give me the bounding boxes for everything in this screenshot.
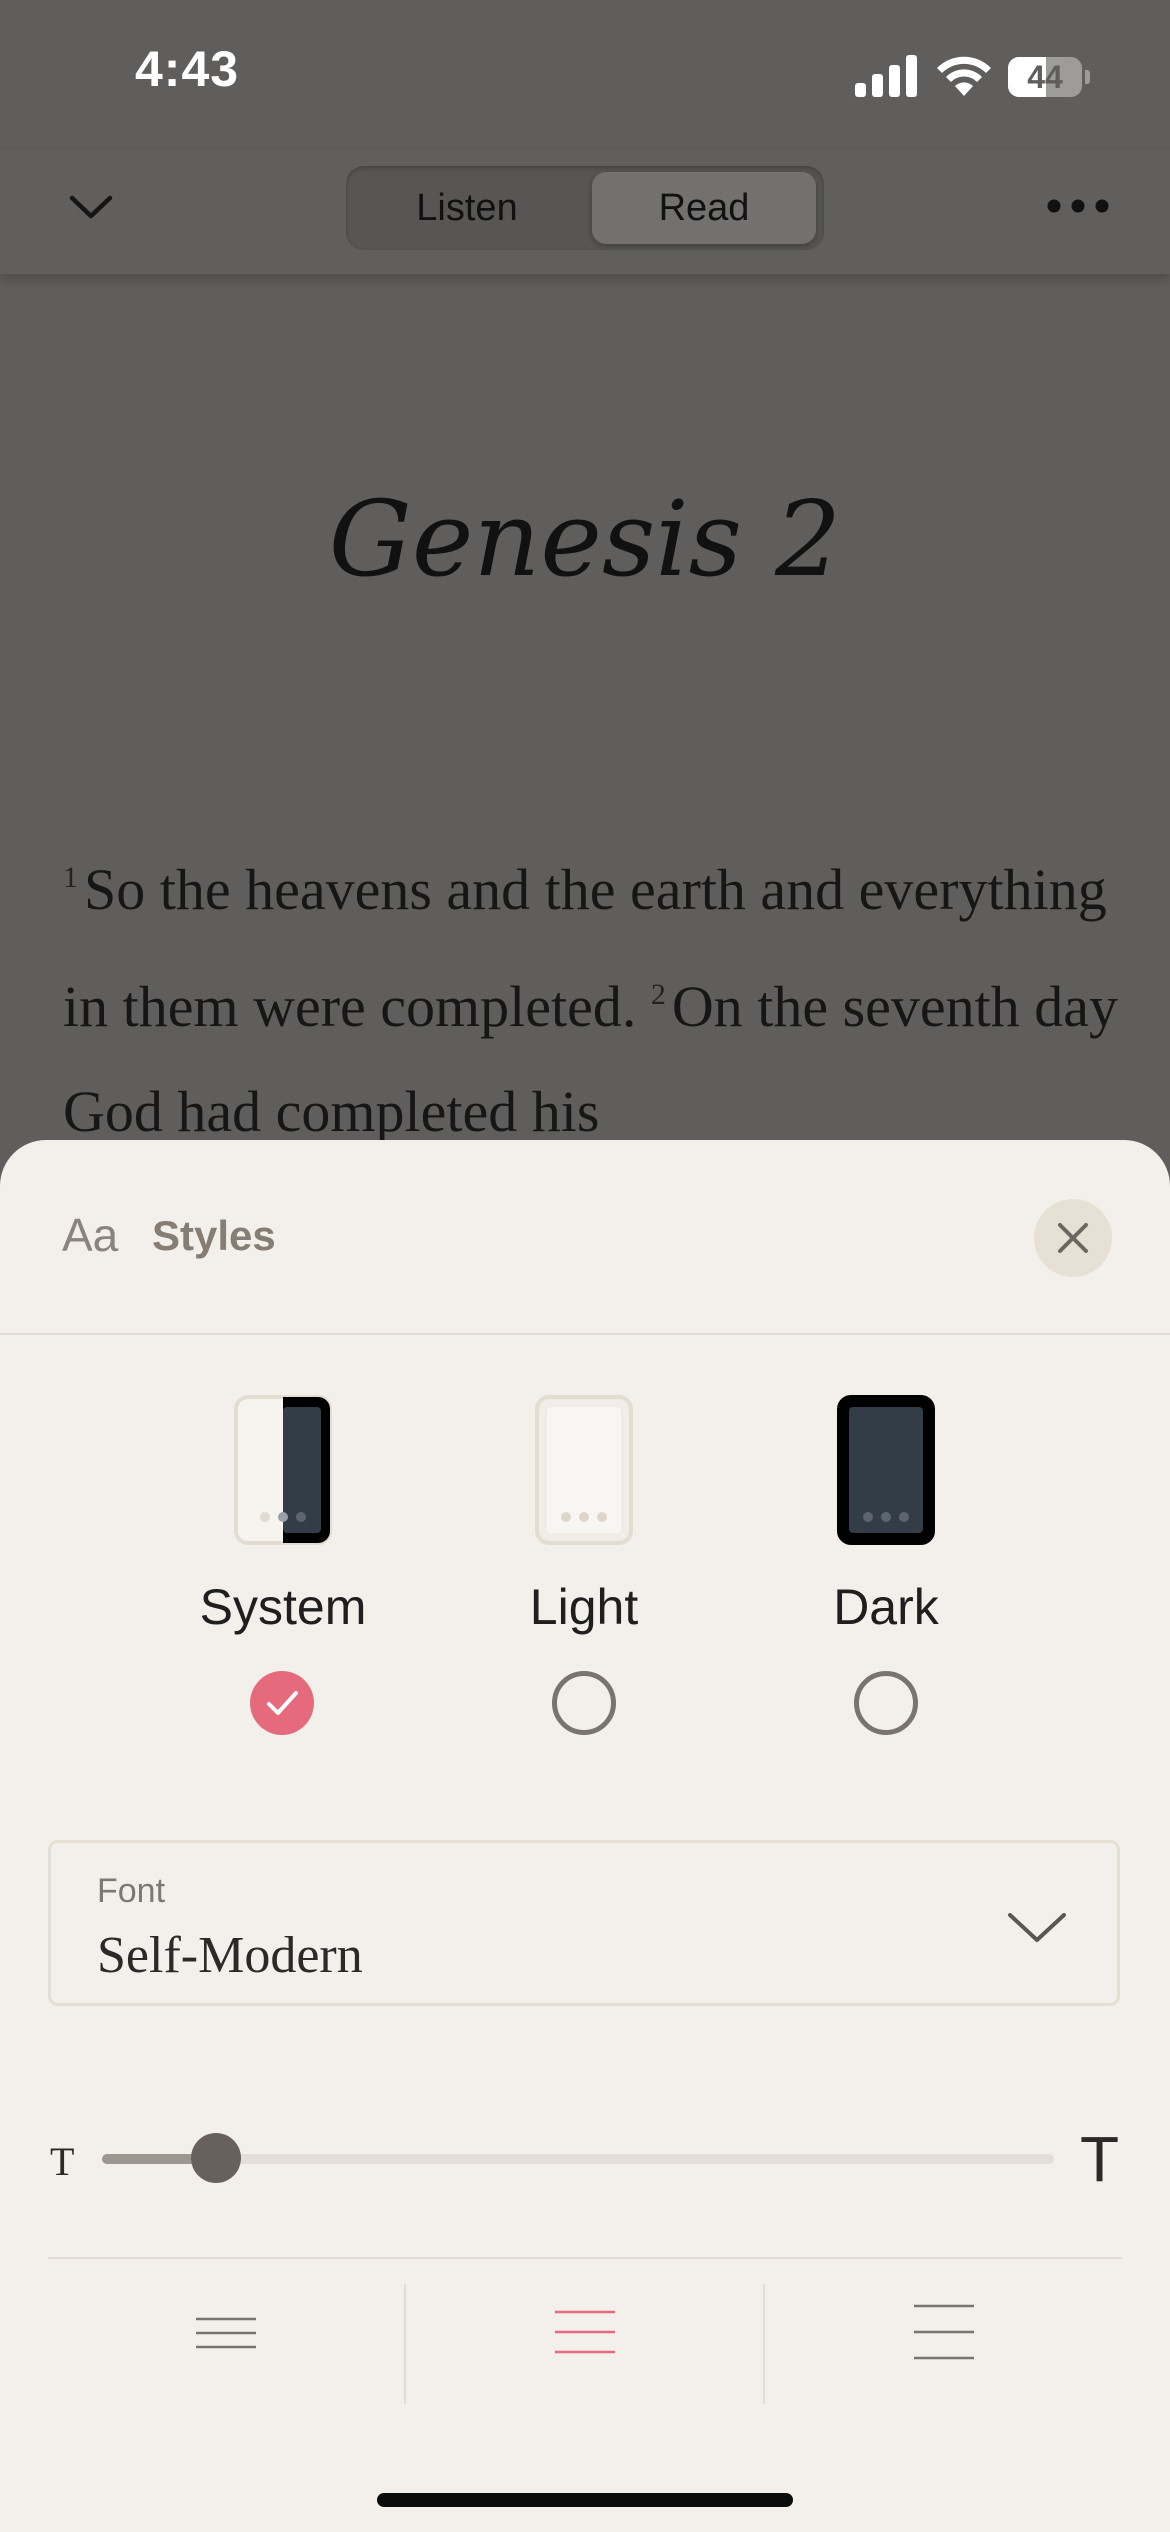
tab-listen[interactable]: Listen [354, 172, 580, 244]
listen-read-toggle: Listen Read [346, 166, 824, 250]
cellular-signal-icon [855, 55, 917, 97]
text-size-slider[interactable] [102, 2154, 1054, 2164]
theme-label-light: Light [529, 1579, 639, 1635]
font-caption: Font [97, 1872, 166, 1910]
chevron-down-icon[interactable] [68, 190, 114, 222]
sheet-divider [0, 1333, 1170, 1335]
spacing-separator [763, 2284, 765, 2404]
theme-radio-dark[interactable] [854, 1671, 918, 1735]
dark-theme-icon[interactable] [837, 1395, 935, 1545]
close-button[interactable] [1034, 1199, 1112, 1277]
text-size-large-label: T [1080, 2123, 1120, 2195]
more-horizontal-icon[interactable] [1046, 198, 1110, 214]
home-indicator [377, 2493, 793, 2507]
line-spacing-loose-icon[interactable] [912, 2303, 976, 2361]
battery-icon: 44 [1008, 57, 1090, 97]
verse-number: 1 [63, 861, 78, 894]
light-theme-icon[interactable] [535, 1395, 633, 1545]
tab-read[interactable]: Read [592, 172, 816, 244]
text-size-slider-thumb[interactable] [191, 2133, 242, 2183]
scripture-text: 1 So the heavens and the earth and everyt… [63, 825, 1123, 1164]
check-icon [267, 1691, 298, 1715]
section-divider [48, 2257, 1122, 2259]
font-style-icon: Aa [62, 1209, 119, 1261]
battery-level: 44 [1027, 59, 1063, 95]
theme-label-dark: Dark [833, 1579, 939, 1635]
line-spacing-compact-icon[interactable] [194, 2316, 258, 2350]
theme-label-system: System [199, 1579, 367, 1635]
close-icon [1058, 1223, 1088, 1253]
text-size-small-label: T [50, 2139, 75, 2184]
chapter-title: Genesis 2 [328, 478, 842, 600]
status-time: 4:43 [135, 41, 240, 97]
wifi-icon [937, 56, 991, 96]
verse-number: 2 [650, 978, 666, 1011]
font-value: Self-Modern [97, 1927, 363, 1984]
sheet-title: Styles [152, 1212, 276, 1259]
theme-radio-light[interactable] [552, 1671, 616, 1735]
chevron-down-icon [1008, 1913, 1066, 1942]
theme-radio-system[interactable] [250, 1671, 314, 1735]
system-theme-icon[interactable] [234, 1395, 332, 1545]
line-spacing-normal-icon[interactable] [553, 2309, 617, 2355]
spacing-separator [404, 2284, 406, 2404]
